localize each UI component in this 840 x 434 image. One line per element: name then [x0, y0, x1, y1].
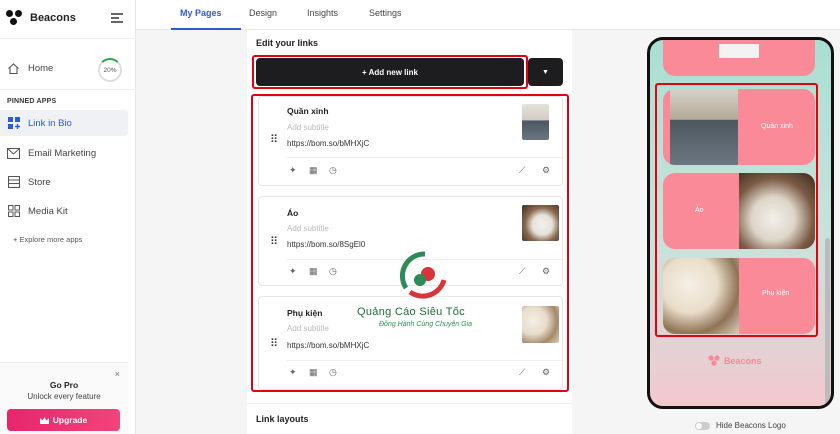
sidebar-item-label: Link in Bio [28, 117, 72, 129]
hide-logo-toggle[interactable]: Hide Beacons Logo [695, 421, 786, 430]
link-layouts-heading: Link layouts [247, 403, 572, 424]
sidebar-item-label: Home [28, 62, 54, 74]
upgrade-label: Upgrade [52, 415, 88, 425]
tab-design[interactable]: Design [249, 8, 277, 18]
divider [0, 38, 136, 39]
sidebar-item-label: Email Marketing [28, 147, 97, 159]
watermark-logo-icon [399, 251, 447, 299]
divider [0, 89, 136, 90]
media-kit-icon [7, 205, 20, 218]
beacons-logo-icon [6, 10, 24, 26]
beacons-logo-icon [708, 355, 720, 366]
hide-logo-label: Hide Beacons Logo [716, 421, 786, 430]
home-icon [7, 62, 20, 75]
preview-scrollbar[interactable] [825, 238, 830, 406]
watermark-subtitle: Đồng Hành Cùng Chuyên Gia [379, 321, 473, 328]
go-pro-subtitle: Unlock every feature [27, 392, 101, 401]
highlight-add-button [252, 55, 528, 89]
close-icon[interactable]: × [115, 369, 120, 379]
links-editor: Edit your links + Add new link ▼ ⠿ Quần … [247, 30, 572, 434]
sidebar-item-label: Media Kit [28, 205, 68, 217]
mail-icon [7, 147, 20, 160]
footer-brand: Beacons [724, 355, 762, 366]
preview-link-card[interactable] [663, 40, 815, 76]
pinned-apps-heading: PINNED APPS [7, 98, 57, 105]
tab-insights[interactable]: Insights [307, 8, 338, 18]
highlight-preview-cards [655, 83, 818, 337]
setup-progress-ring[interactable]: 20% [98, 58, 122, 82]
preview-image [719, 44, 759, 58]
upgrade-button[interactable]: Upgrade [7, 409, 120, 431]
tab-my-pages[interactable]: My Pages [180, 8, 222, 18]
go-pro-panel: × Go Pro Unlock every feature Upgrade [0, 362, 128, 434]
brand-name: Beacons [30, 12, 76, 24]
apps-grid-icon [7, 117, 20, 130]
top-tabs: My Pages Design Insights Settings [136, 0, 840, 30]
sidebar: Beacons Home 20% PINNED APPS Link in Bio… [0, 0, 136, 434]
sidebar-item-label: Store [28, 176, 51, 188]
watermark-title: Quảng Cáo Siêu Tốc [357, 306, 465, 318]
chevron-down-icon: ▼ [542, 68, 549, 76]
store-icon [7, 176, 20, 189]
sidebar-item-link-in-bio[interactable]: Link in Bio [0, 110, 128, 136]
sidebar-item-email-marketing[interactable]: Email Marketing [0, 140, 128, 166]
go-pro-title: Go Pro [49, 380, 79, 390]
add-link-dropdown-button[interactable]: ▼ [528, 58, 563, 86]
sidebar-item-store[interactable]: Store [0, 169, 128, 195]
sidebar-item-media-kit[interactable]: Media Kit [0, 198, 128, 224]
collapse-sidebar-icon[interactable] [111, 13, 123, 23]
crown-icon [39, 416, 49, 424]
brand[interactable]: Beacons [6, 10, 76, 26]
preview-footer: Beacons [708, 355, 762, 366]
tab-settings[interactable]: Settings [369, 8, 402, 18]
explore-more-apps-link[interactable]: + Explore more apps [13, 235, 82, 244]
highlight-link-cards [251, 94, 569, 392]
toggle-switch[interactable] [695, 421, 710, 430]
section-title: Edit your links [256, 38, 319, 48]
active-tab-indicator [171, 28, 241, 30]
